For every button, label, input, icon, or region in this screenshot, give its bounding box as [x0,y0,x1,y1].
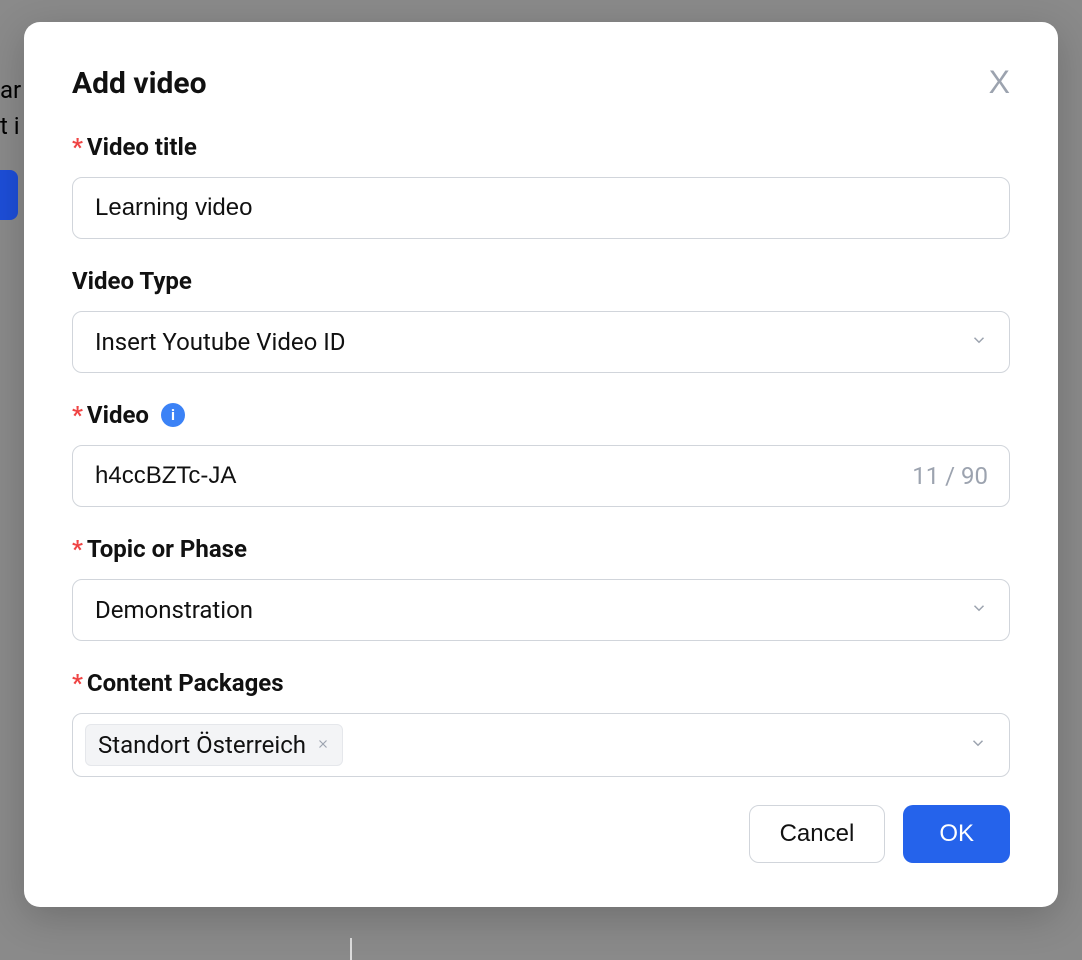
modal-header: Add video X [72,66,1010,101]
video-type-select[interactable]: Insert Youtube Video ID [72,311,1010,373]
video-type-group: Video Type Insert Youtube Video ID [72,267,1010,373]
topic-phase-label: *Topic or Phase [72,535,1010,563]
modal-title: Add video [72,66,207,101]
content-packages-group: *Content Packages Standort Österreich [72,669,1010,777]
content-packages-label: *Content Packages [72,669,1010,697]
required-asterisk: * [72,669,83,697]
video-id-input[interactable] [72,445,1010,507]
video-title-group: *Video title [72,133,1010,239]
required-asterisk: * [72,133,83,161]
video-title-label: *Video title [72,133,1010,161]
required-asterisk: * [72,535,83,563]
modal-overlay: Add video X *Video title Video Type Inse… [0,0,1082,960]
required-asterisk: * [72,401,83,429]
cancel-button[interactable]: Cancel [749,805,886,863]
video-type-label: Video Type [72,267,1010,295]
content-packages-select[interactable]: Standort Österreich [72,713,1010,777]
modal-footer: Cancel OK [72,805,1010,863]
tag-label: Standort Österreich [98,731,306,759]
topic-phase-select[interactable]: Demonstration [72,579,1010,641]
close-button[interactable]: X [989,66,1010,98]
topic-phase-group: *Topic or Phase Demonstration [72,535,1010,641]
character-counter: 11 / 90 [912,462,988,490]
video-title-input[interactable] [72,177,1010,239]
close-icon [316,734,330,756]
video-label: *Video i [72,401,1010,429]
ok-button[interactable]: OK [903,805,1010,863]
video-type-value: Insert Youtube Video ID [95,328,346,356]
video-group: *Video i 11 / 90 [72,401,1010,507]
close-icon: X [989,64,1010,100]
info-icon[interactable]: i [161,403,185,427]
tag-remove-button[interactable] [316,734,330,757]
content-package-tag: Standort Österreich [85,724,343,766]
chevron-down-icon [969,734,987,756]
topic-phase-value: Demonstration [95,596,253,624]
add-video-modal: Add video X *Video title Video Type Inse… [24,22,1058,907]
